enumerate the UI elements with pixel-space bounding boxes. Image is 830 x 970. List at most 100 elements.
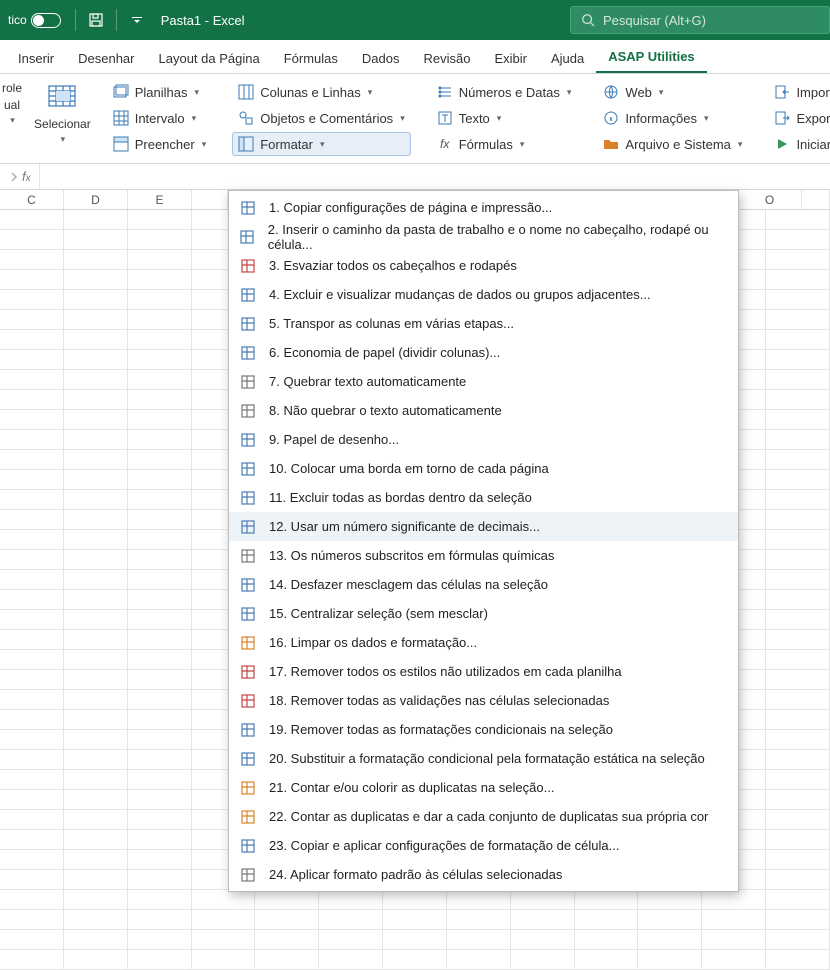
- cell[interactable]: [128, 390, 192, 409]
- tab-ajuda[interactable]: Ajuda: [539, 43, 596, 73]
- formatar-button[interactable]: Formatar▾: [232, 132, 410, 156]
- menu-item-18[interactable]: 18. Remover todas as validações nas célu…: [229, 686, 738, 715]
- menu-item-16[interactable]: 16. Limpar os dados e formatação...: [229, 628, 738, 657]
- cell[interactable]: [447, 910, 511, 929]
- cell[interactable]: [128, 770, 192, 789]
- cell[interactable]: [64, 710, 128, 729]
- cell[interactable]: [383, 890, 447, 909]
- cell[interactable]: [766, 850, 830, 869]
- cell[interactable]: [0, 910, 64, 929]
- cell[interactable]: [64, 590, 128, 609]
- cell[interactable]: [64, 830, 128, 849]
- cell[interactable]: [0, 590, 64, 609]
- tab-exibir[interactable]: Exibir: [482, 43, 539, 73]
- cell[interactable]: [128, 410, 192, 429]
- cell[interactable]: [128, 210, 192, 229]
- cell[interactable]: [128, 830, 192, 849]
- cell[interactable]: [64, 210, 128, 229]
- cell[interactable]: [128, 590, 192, 609]
- cell[interactable]: [575, 930, 639, 949]
- cell[interactable]: [0, 470, 64, 489]
- cell[interactable]: [64, 730, 128, 749]
- cell[interactable]: [128, 930, 192, 949]
- arquivo-sistema-button[interactable]: Arquivo e Sistema▾: [597, 132, 748, 156]
- search-input[interactable]: Pesquisar (Alt+G): [570, 6, 830, 34]
- cell[interactable]: [0, 210, 64, 229]
- numeros-datas-button[interactable]: Números e Datas▾: [431, 80, 578, 104]
- cell[interactable]: [447, 950, 511, 969]
- cell[interactable]: [128, 570, 192, 589]
- cell[interactable]: [766, 870, 830, 889]
- cell[interactable]: [447, 930, 511, 949]
- col-header[interactable]: D: [64, 190, 128, 209]
- cell[interactable]: [0, 650, 64, 669]
- cell[interactable]: [0, 270, 64, 289]
- cell[interactable]: [766, 470, 830, 489]
- cell[interactable]: [64, 690, 128, 709]
- cell[interactable]: [0, 350, 64, 369]
- cell[interactable]: [64, 490, 128, 509]
- cell[interactable]: [64, 930, 128, 949]
- cell[interactable]: [766, 710, 830, 729]
- menu-item-10[interactable]: 10. Colocar uma borda em torno de cada p…: [229, 454, 738, 483]
- cell[interactable]: [0, 530, 64, 549]
- cell[interactable]: [128, 310, 192, 329]
- cell[interactable]: [0, 450, 64, 469]
- cell[interactable]: [128, 290, 192, 309]
- save-icon[interactable]: [82, 6, 110, 34]
- cell[interactable]: [64, 810, 128, 829]
- cell[interactable]: [766, 510, 830, 529]
- cell[interactable]: [128, 950, 192, 969]
- iniciar-button[interactable]: Iniciar▾: [768, 132, 830, 156]
- menu-item-17[interactable]: 17. Remover todos os estilos não utiliza…: [229, 657, 738, 686]
- cell[interactable]: [766, 590, 830, 609]
- cell[interactable]: [128, 230, 192, 249]
- cell[interactable]: [766, 310, 830, 329]
- cell[interactable]: [766, 550, 830, 569]
- cell[interactable]: [64, 670, 128, 689]
- cell[interactable]: [0, 390, 64, 409]
- cell[interactable]: [0, 690, 64, 709]
- menu-item-11[interactable]: 11. Excluir todas as bordas dentro da se…: [229, 483, 738, 512]
- cell[interactable]: [128, 870, 192, 889]
- cell[interactable]: [128, 510, 192, 529]
- selecionar-button[interactable]: Selecionar ▾: [32, 78, 93, 161]
- cell[interactable]: [0, 750, 64, 769]
- cell[interactable]: [766, 410, 830, 429]
- cell[interactable]: [766, 690, 830, 709]
- cell[interactable]: [64, 450, 128, 469]
- col-header[interactable]: E: [128, 190, 192, 209]
- cell[interactable]: [128, 470, 192, 489]
- tab-formulas[interactable]: Fórmulas: [272, 43, 350, 73]
- cell[interactable]: [383, 930, 447, 949]
- tab-desenhar[interactable]: Desenhar: [66, 43, 146, 73]
- menu-item-4[interactable]: 4. Excluir e visualizar mudanças de dado…: [229, 280, 738, 309]
- cell[interactable]: [766, 570, 830, 589]
- big-button-1[interactable]: role ual ▾: [0, 78, 24, 161]
- menu-item-8[interactable]: 8. Não quebrar o texto automaticamente: [229, 396, 738, 425]
- cell[interactable]: [128, 550, 192, 569]
- cell[interactable]: [766, 790, 830, 809]
- formula-input[interactable]: [39, 164, 830, 189]
- cell[interactable]: [128, 330, 192, 349]
- cell[interactable]: [766, 490, 830, 509]
- customize-qat-icon[interactable]: [123, 6, 151, 34]
- cell[interactable]: [511, 930, 575, 949]
- cell[interactable]: [64, 550, 128, 569]
- cell[interactable]: [64, 910, 128, 929]
- menu-item-1[interactable]: 1. Copiar configurações de página e impr…: [229, 193, 738, 222]
- cell[interactable]: [0, 730, 64, 749]
- cell[interactable]: [0, 950, 64, 969]
- cell[interactable]: [192, 930, 256, 949]
- cell[interactable]: [0, 510, 64, 529]
- cell[interactable]: [319, 910, 383, 929]
- cell[interactable]: [128, 650, 192, 669]
- cell[interactable]: [64, 510, 128, 529]
- cell[interactable]: [0, 430, 64, 449]
- cell[interactable]: [0, 830, 64, 849]
- cell[interactable]: [64, 330, 128, 349]
- cell[interactable]: [0, 850, 64, 869]
- cell[interactable]: [766, 270, 830, 289]
- cell[interactable]: [766, 630, 830, 649]
- cell[interactable]: [64, 370, 128, 389]
